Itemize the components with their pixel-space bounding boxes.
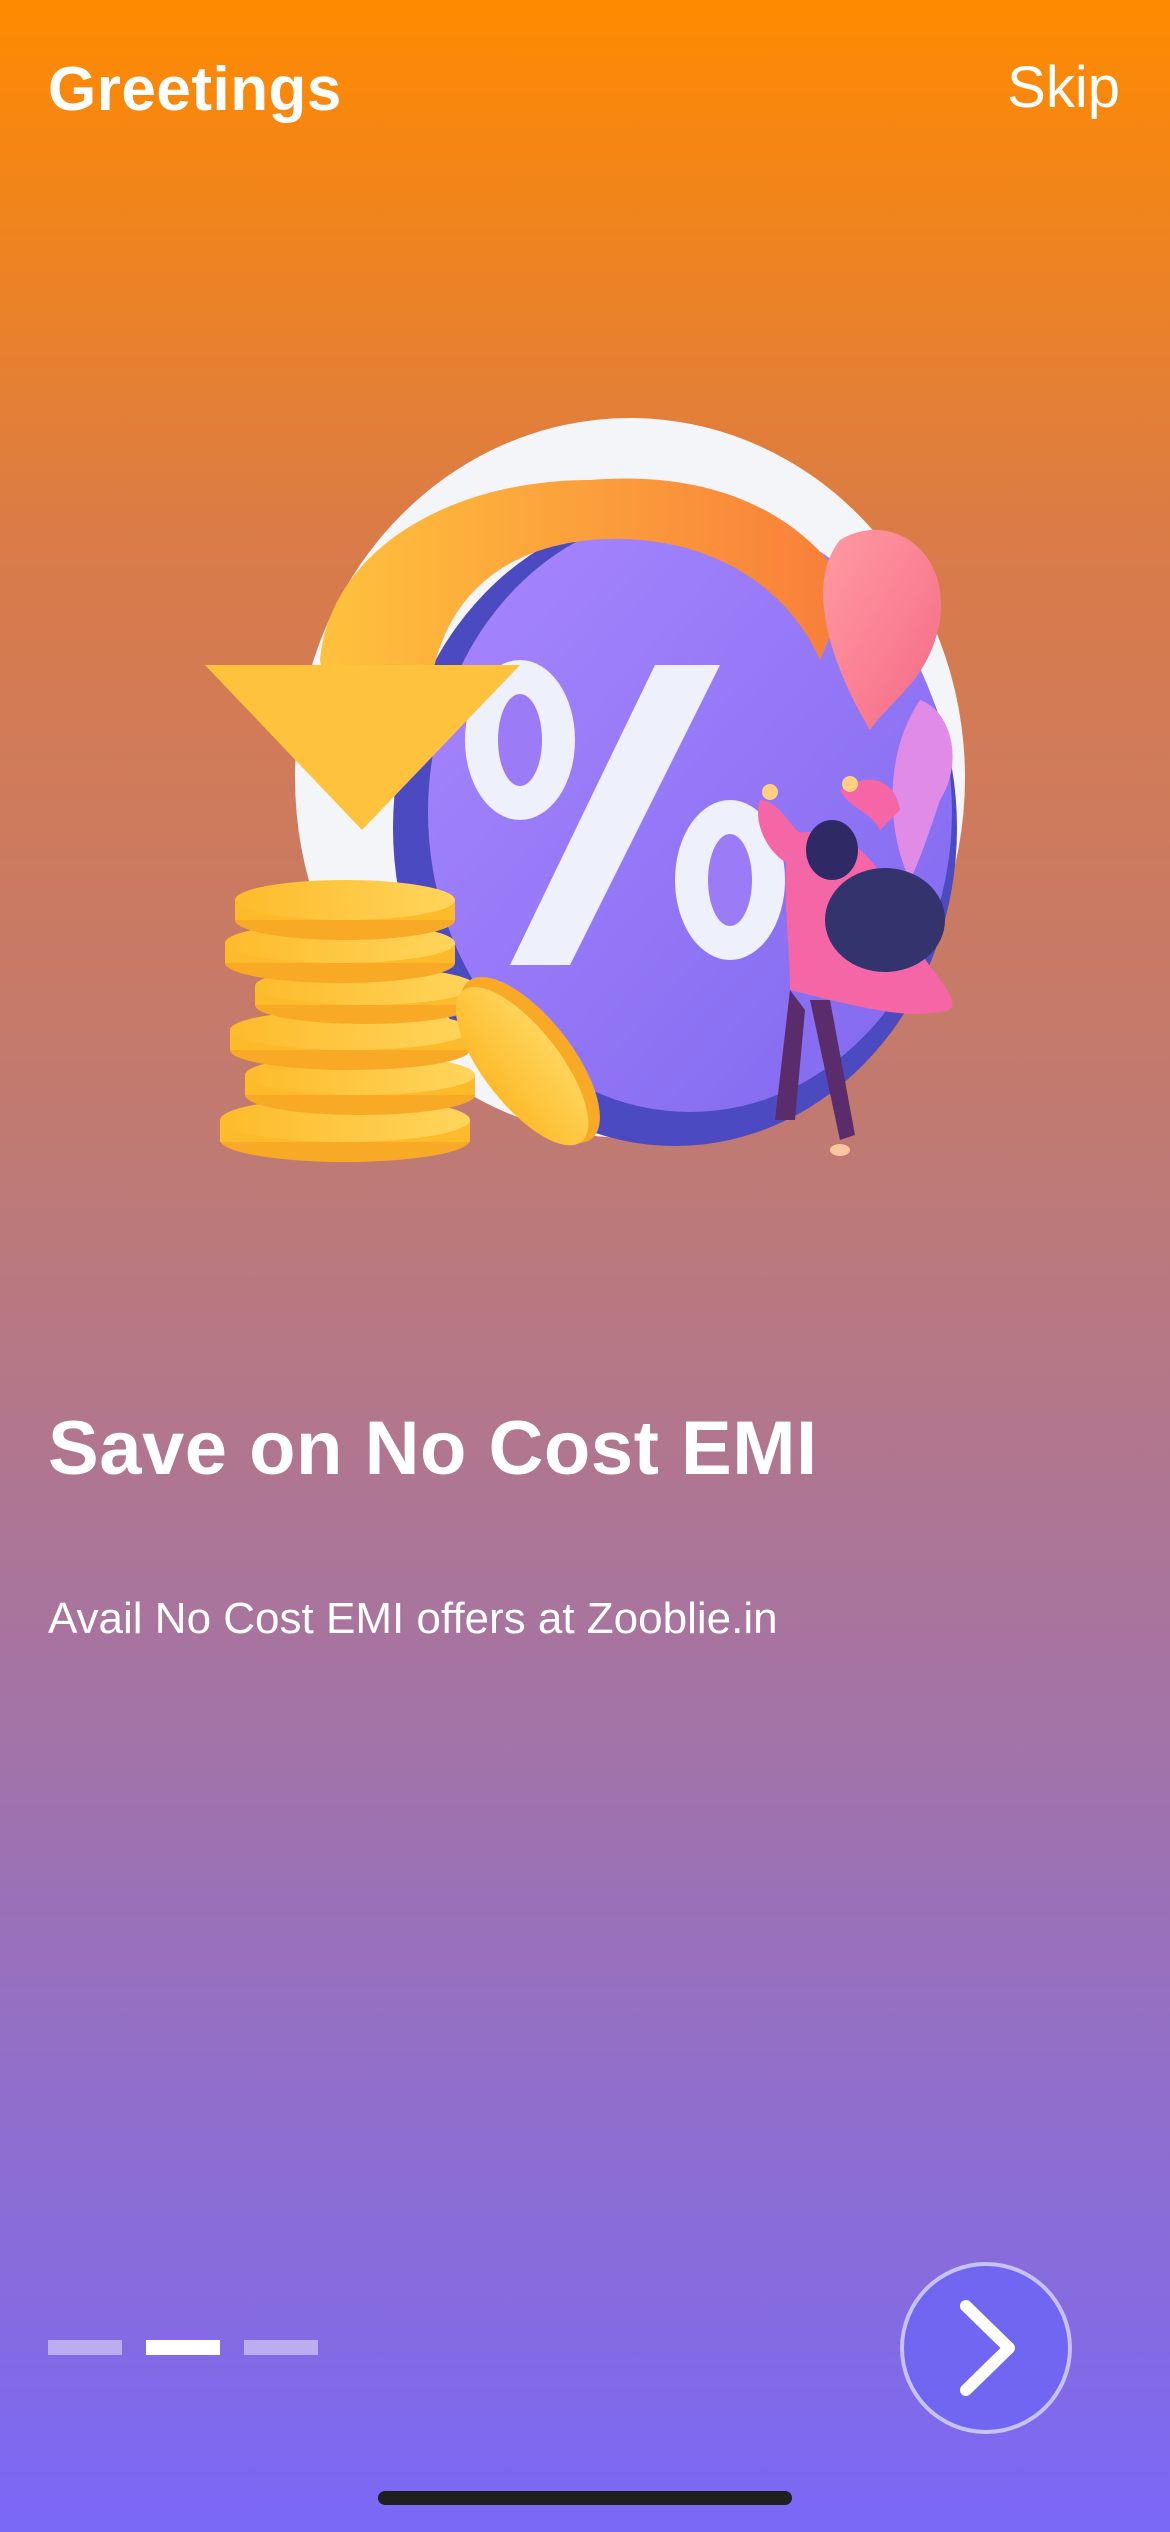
home-indicator[interactable] xyxy=(378,2491,792,2505)
skip-button[interactable]: Skip xyxy=(1007,54,1120,121)
page-indicator xyxy=(48,2340,318,2355)
discount-percent-illustration xyxy=(205,418,965,1162)
next-button[interactable] xyxy=(900,2262,1072,2434)
slide-subtitle: Avail No Cost EMI offers at Zooblie.in xyxy=(48,1594,778,1643)
page-dot-2-active[interactable] xyxy=(146,2340,220,2355)
slide-heading: Save on No Cost EMI xyxy=(48,1406,818,1491)
page-dot-3[interactable] xyxy=(244,2340,318,2355)
chevron-right-icon xyxy=(960,2300,1015,2396)
coin-stack-icon xyxy=(220,880,475,1162)
page-dot-1[interactable] xyxy=(48,2340,122,2355)
onboarding-screen: Greetings Skip Save on No Cost EMI Avail… xyxy=(0,0,1170,2532)
page-title: Greetings xyxy=(48,55,342,124)
top-bar: Greetings Skip xyxy=(0,0,1170,180)
